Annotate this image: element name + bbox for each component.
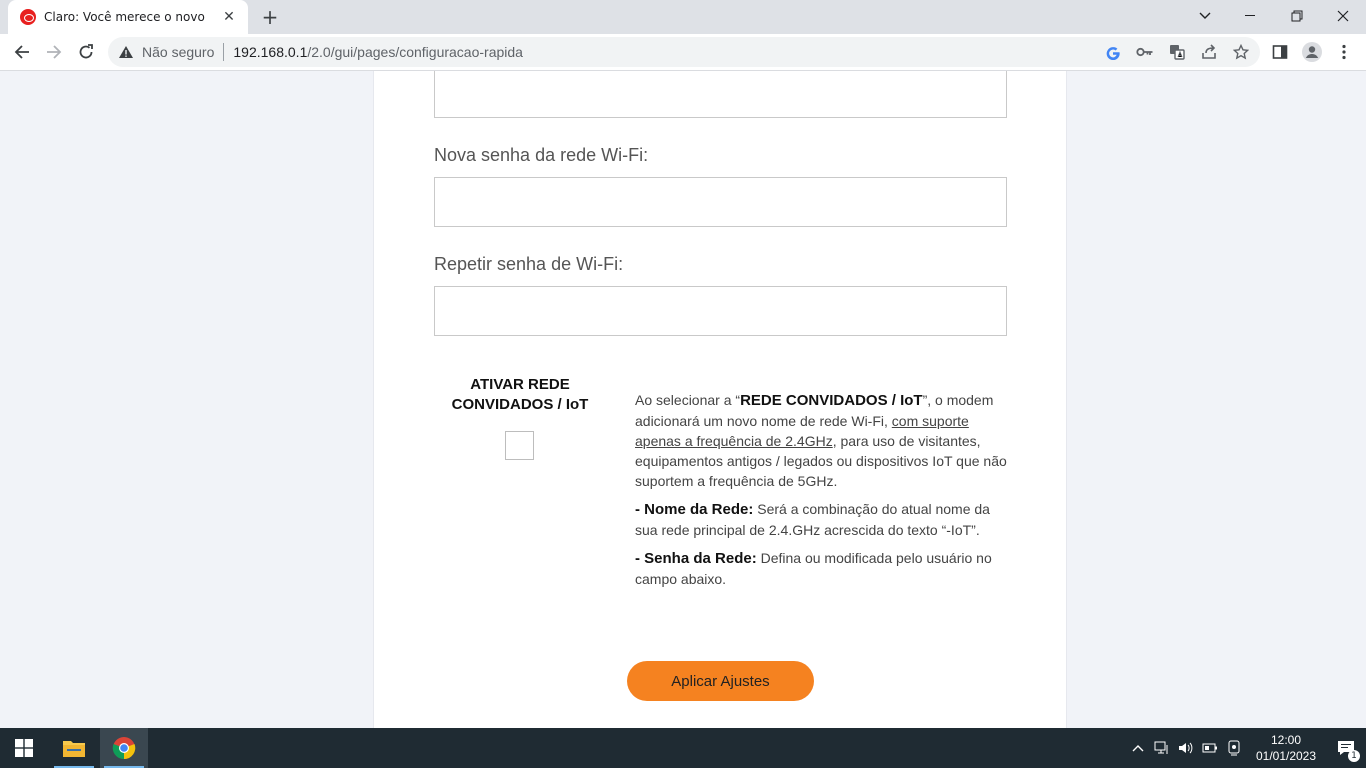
back-arrow-icon <box>14 45 29 59</box>
new-password-input[interactable] <box>434 177 1007 227</box>
side-panel-button[interactable] <box>1266 38 1294 66</box>
reload-button[interactable] <box>72 38 100 66</box>
notification-count-badge: 1 <box>1348 750 1360 762</box>
taskbar-clock[interactable]: 12:00 01/01/2023 <box>1246 732 1326 764</box>
minimize-icon <box>1245 15 1255 16</box>
apply-settings-button[interactable]: Aplicar Ajustes <box>627 661 814 701</box>
desc-paragraph-2: - Nome da Rede: Será a combinação do atu… <box>635 499 1007 540</box>
browser-tab[interactable]: Claro: Você merece o novo ✕ <box>8 0 248 34</box>
close-tab-icon[interactable]: ✕ <box>220 8 238 26</box>
system-tray: 12:00 01/01/2023 1 <box>1126 728 1366 768</box>
translate-icon[interactable] <box>1168 43 1186 61</box>
browser-tab-strip: Claro: Você merece o novo ✕ + <box>0 0 1366 34</box>
notification-center-button[interactable]: 1 <box>1326 728 1366 768</box>
clock-date: 01/01/2023 <box>1255 749 1317 763</box>
chevron-down-icon <box>1199 12 1211 19</box>
windows-logo-icon <box>15 739 33 757</box>
bookmark-star-icon[interactable] <box>1232 43 1250 61</box>
warning-icon[interactable] <box>118 44 134 60</box>
tab-title: Claro: Você merece o novo <box>44 10 205 24</box>
close-window-button[interactable] <box>1320 0 1366 32</box>
forward-arrow-icon <box>47 45 62 59</box>
avatar-icon <box>1302 42 1322 62</box>
chevron-up-icon[interactable] <box>1126 728 1150 768</box>
url-path: /2.0/gui/pages/configuracao-rapida <box>307 44 523 60</box>
restore-icon <box>1291 10 1303 22</box>
profile-button[interactable] <box>1298 38 1326 66</box>
new-tab-button[interactable]: + <box>258 5 282 29</box>
battery-icon[interactable] <box>1198 728 1222 768</box>
omnibox-actions <box>1104 37 1250 67</box>
side-panel-icon <box>1272 45 1288 59</box>
desc-highlight: - Nome da Rede: <box>635 501 754 518</box>
reload-icon <box>79 44 93 59</box>
repeat-password-label: Repetir senha de Wi-Fi: <box>434 254 624 274</box>
browser-toolbar: Não seguro 192.168.0.1/2.0/gui/pages/con… <box>0 34 1366 71</box>
desc-highlight: - Senha da Rede: <box>635 550 757 567</box>
windows-taskbar: 12:00 01/01/2023 1 <box>0 728 1366 768</box>
iot-toggle-title: ATIVAR REDE CONVIDADOS / IoT <box>434 375 606 415</box>
meet-now-icon[interactable] <box>1222 728 1246 768</box>
omnibox-divider <box>223 43 225 61</box>
key-icon[interactable] <box>1136 43 1154 61</box>
new-password-label: Nova senha da rede Wi-Fi: <box>434 145 649 165</box>
iot-description: Ao selecionar a “REDE CONVIDADOS / IoT”,… <box>635 390 1007 597</box>
chrome-taskbar-button[interactable] <box>100 728 148 768</box>
network-icon[interactable] <box>1150 728 1174 768</box>
chrome-icon <box>112 737 136 760</box>
desc-paragraph-3: - Senha da Rede: Defina ou modificada pe… <box>635 548 1007 589</box>
kebab-menu-icon <box>1342 44 1346 60</box>
back-button[interactable] <box>8 38 36 66</box>
menu-button[interactable] <box>1330 38 1358 66</box>
minimize-button[interactable] <box>1228 0 1274 32</box>
wifi-name-input[interactable] <box>434 71 1007 118</box>
repeat-password-input[interactable] <box>434 286 1007 336</box>
share-icon[interactable] <box>1200 43 1218 61</box>
iot-title-line1: ATIVAR REDE <box>470 376 570 393</box>
volume-icon[interactable] <box>1174 728 1198 768</box>
close-icon <box>1337 10 1349 22</box>
forward-button[interactable] <box>40 38 68 66</box>
clock-time: 12:00 <box>1270 733 1302 747</box>
start-button[interactable] <box>0 728 48 768</box>
file-explorer-button[interactable] <box>50 728 98 768</box>
claro-favicon-icon <box>20 9 36 25</box>
desc-highlight: REDE CONVIDADOS / IoT <box>740 392 923 409</box>
desc-text: Ao selecionar a “ <box>635 392 741 408</box>
url-host: 192.168.0.1 <box>233 44 308 60</box>
folder-icon <box>63 741 85 757</box>
iot-title-line2: CONVIDADOS / IoT <box>451 396 589 413</box>
config-card: Nova senha da rede Wi-Fi: Repetir senha … <box>373 71 1067 728</box>
google-lens-icon[interactable] <box>1104 43 1122 61</box>
tab-search-button[interactable] <box>1182 0 1228 32</box>
page-viewport: Nova senha da rede Wi-Fi: Repetir senha … <box>0 71 1366 728</box>
iot-network-checkbox[interactable] <box>505 431 534 460</box>
address-bar[interactable]: Não seguro 192.168.0.1/2.0/gui/pages/con… <box>108 37 1260 67</box>
restore-button[interactable] <box>1274 0 1320 32</box>
desc-paragraph-1: Ao selecionar a “REDE CONVIDADOS / IoT”,… <box>635 390 1007 491</box>
security-status-label[interactable]: Não seguro <box>142 44 214 60</box>
